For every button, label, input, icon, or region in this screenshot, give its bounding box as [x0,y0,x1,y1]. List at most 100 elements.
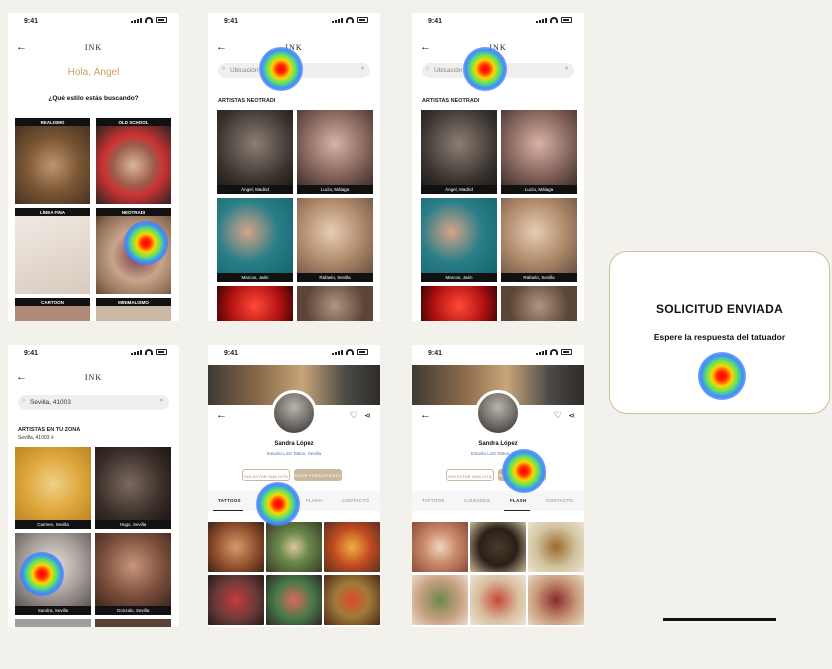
status-time: 9:41 [428,350,443,357]
artist-card[interactable] [15,619,91,627]
back-arrow-icon[interactable]: ← [216,409,227,421]
brand-logo: INK [84,373,103,382]
artist-card[interactable]: Rafaelo, Sevilla [501,198,577,282]
gallery-item[interactable] [208,575,264,625]
battery-icon [357,17,368,23]
artist-card[interactable] [297,286,373,321]
status-bar: 9:41 [8,345,179,361]
artist-card[interactable] [217,286,293,321]
search-icon: ⌕ [22,398,26,404]
artist-card[interactable]: Ángel, Madrid [421,110,497,194]
gallery-item[interactable] [528,575,584,625]
heart-icon[interactable]: ♡ [554,410,562,421]
tab-flash[interactable]: FLASH [510,498,527,503]
mic-icon[interactable]: ⏺ [565,66,568,73]
nav-bar: ← INK [8,371,179,387]
gallery-item[interactable] [412,575,468,625]
status-icons [131,349,167,355]
artist-card[interactable]: Rafaelo, Sevilla [297,198,373,282]
screen-profile-tattoos: 9:41 ← ♡ ⋖ Sandra López Estudio Lost Tat… [208,345,380,627]
artist-name: Sandra, Sevilla [15,606,91,615]
request-appointment-button[interactable]: SOLICITAR UNA CITA [446,469,494,481]
artist-card[interactable]: Lucía, Málaga [297,110,373,194]
dialog-title: SOLICITUD ENVIADA [655,302,784,316]
artist-card[interactable] [95,619,171,627]
tab-tattoos[interactable]: TATTOOS [422,498,445,503]
artist-card[interactable]: Gonzalo, Sevilla [95,533,171,615]
section-title: ARTISTAS EN TU ZONA [18,427,81,433]
nav-bar: ← INK [8,41,179,57]
screen-artist-list-a: 9:41 ← INK ⌕ Ubicación ⏺ ARTISTAS NEOTRA… [208,13,380,321]
artist-card[interactable]: Marcos, Jaén [421,198,497,282]
heart-icon[interactable]: ♡ [350,410,358,421]
mic-icon[interactable]: ⏺ [361,66,364,73]
artist-card[interactable]: Hugo, Sevilla [95,447,171,529]
heatmap-click-marker [259,47,303,91]
style-tile-old-school[interactable]: OLD SCHOOL [96,118,171,204]
status-time: 9:41 [224,18,239,25]
share-icon[interactable]: ⋖ [364,411,371,420]
artist-card[interactable]: Carmen, Sevilla [15,447,91,529]
artist-card[interactable]: Ángel, Madrid [217,110,293,194]
tab-flash[interactable]: FLASH [306,498,322,503]
signal-icon [536,17,547,23]
signal-icon [131,17,142,23]
avatar [271,390,317,436]
status-bar: 9:41 [412,13,584,29]
heatmap-click-marker [20,552,64,596]
tab-cuidados[interactable]: CUIDADOS [464,498,490,503]
studio-link[interactable]: Estudio Lost Tattoo, Sevilla [208,451,380,456]
gallery-item[interactable] [470,522,526,572]
artist-card[interactable] [421,286,497,321]
status-icons [536,349,572,355]
signal-icon [536,349,547,355]
request-appointment-button[interactable]: SOLICITAR UNA CITA [242,469,290,481]
style-tile-minimalismo[interactable]: MINIMALISMO [96,298,171,321]
location-search-input[interactable]: ⌕ Sevilla, 41003 ⏺ [18,395,169,410]
style-tile-realismo[interactable]: REALISMO [15,118,90,204]
request-quote-button[interactable]: PEDIR PRESUPUESTO [294,469,342,481]
artist-name: Rafaelo, Sevilla [501,273,577,282]
screen-artist-list-b: 9:41 ← INK ⌕ Ubicación ⏺ ARTISTAS NEOTRA… [412,13,584,321]
gallery-item[interactable] [528,522,584,572]
share-icon[interactable]: ⋖ [568,411,575,420]
gallery-item[interactable] [324,575,380,625]
wifi-icon [145,17,153,23]
gallery-item[interactable] [324,522,380,572]
artist-name: Lucía, Málaga [297,185,373,194]
status-bar: 9:41 [8,13,179,29]
style-label: MINIMALISMO [96,298,171,306]
heatmap-click-marker [256,482,300,526]
gallery-item[interactable] [266,575,322,625]
tab-contacto[interactable]: CONTACTO [342,498,369,503]
search-placeholder: Ubicación [434,67,463,74]
studio-link[interactable]: Estudio Lost Tattoo, Sevilla [412,451,584,456]
signal-icon [332,349,343,355]
status-bar: 9:41 [208,13,380,29]
artist-name: Carmen, Sevilla [15,520,91,529]
gallery-item[interactable] [470,575,526,625]
tab-tattoos[interactable]: TATTOOS [218,498,241,503]
signal-icon [131,349,142,355]
style-tile-cartoon[interactable]: CARTOON [15,298,90,321]
active-tab-indicator [504,509,530,511]
artist-card[interactable] [501,286,577,321]
artist-name: Gonzalo, Sevilla [95,606,171,615]
style-label: CARTOON [15,298,90,306]
gallery-item[interactable] [412,522,468,572]
mic-icon[interactable]: ⏺ [160,398,163,405]
artist-name: Ángel, Madrid [421,185,497,194]
style-label: LÍNEA FINA [15,208,90,216]
style-tile-linea-fina[interactable]: LÍNEA FINA [15,208,90,294]
section-title: ARTISTAS NEOTRADI [422,98,480,104]
gallery-item[interactable] [266,522,322,572]
artist-card[interactable]: Lucía, Málaga [501,110,577,194]
tab-contacto[interactable]: CONTACTO [546,498,573,503]
back-arrow-icon[interactable]: ← [420,409,431,421]
status-icons [332,349,368,355]
artist-name: Hugo, Sevilla [95,520,171,529]
gallery-item[interactable] [208,522,264,572]
artist-profile-name: Sandra López [274,441,314,447]
dialog-message: Espere la respuesta del tatuador [653,332,786,342]
artist-card[interactable]: Marcos, Jaén [217,198,293,282]
